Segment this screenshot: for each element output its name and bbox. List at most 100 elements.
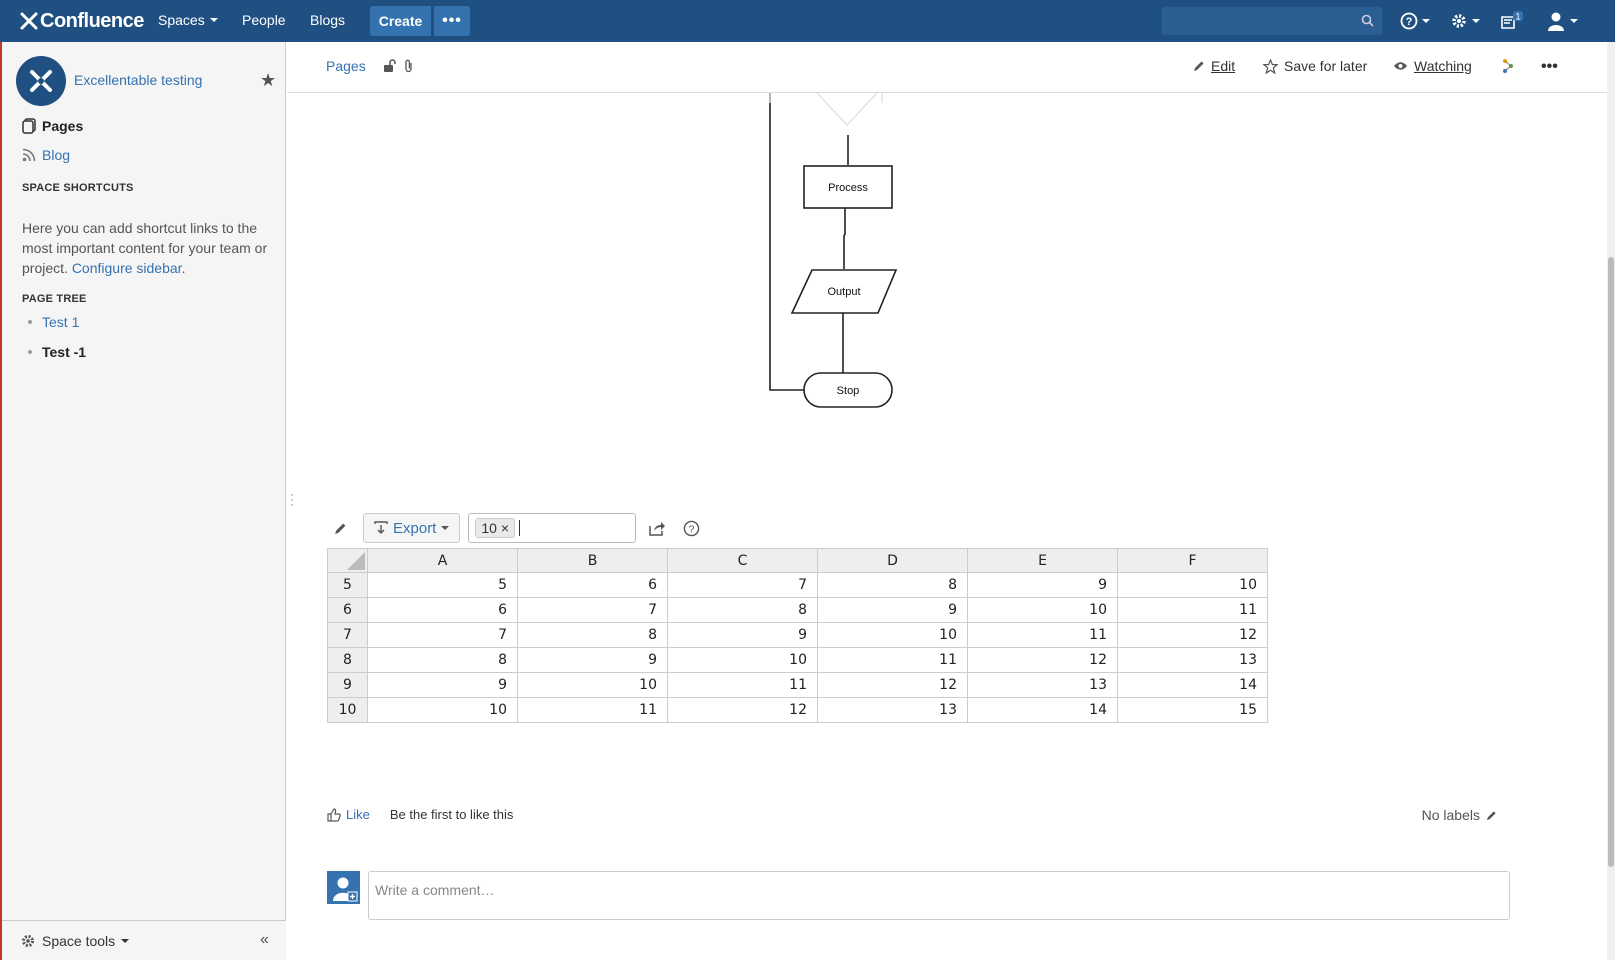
page-tree-link[interactable]: Test 1 xyxy=(42,314,79,330)
table-cell[interactable]: 8 xyxy=(517,622,668,648)
table-cell[interactable]: 15 xyxy=(1117,697,1268,723)
settings-menu[interactable] xyxy=(1450,11,1480,31)
row-filter-input[interactable]: 10 × xyxy=(468,513,637,543)
column-header[interactable]: F xyxy=(1117,548,1268,573)
table-cell[interactable]: 9 xyxy=(817,597,968,623)
svg-text:?: ? xyxy=(688,524,694,535)
export-button[interactable]: Export xyxy=(363,513,461,543)
edit-table-button[interactable] xyxy=(325,513,355,543)
page-tree-item[interactable]: Test 1 xyxy=(28,314,79,330)
scrollbar-thumb[interactable] xyxy=(1608,257,1614,867)
column-header[interactable]: A xyxy=(367,548,518,573)
help-menu[interactable]: ? xyxy=(1400,11,1430,31)
row-header[interactable]: 5 xyxy=(327,572,368,598)
table-cell[interactable]: 7 xyxy=(517,597,668,623)
edit-button[interactable]: Edit xyxy=(1193,58,1235,74)
watching-button[interactable]: Watching xyxy=(1393,58,1472,74)
table-cell[interactable]: 10 xyxy=(967,597,1118,623)
page-tree-item-current[interactable]: Test -1 xyxy=(28,344,86,360)
unlock-icon[interactable] xyxy=(383,59,397,73)
confluence-logo[interactable]: Confluence xyxy=(20,8,144,34)
search-input[interactable] xyxy=(1162,7,1382,35)
space-tools-menu[interactable]: Space tools xyxy=(20,933,130,949)
table-cell[interactable]: 7 xyxy=(667,572,818,598)
comment-input[interactable]: Write a comment… xyxy=(368,871,1510,920)
table-cell[interactable]: 10 xyxy=(1117,572,1268,598)
spaces-menu[interactable]: Spaces xyxy=(158,12,218,28)
page-tree-link[interactable]: Test -1 xyxy=(42,344,86,360)
table-cell[interactable]: 11 xyxy=(967,622,1118,648)
row-header[interactable]: 7 xyxy=(327,622,368,648)
user-menu[interactable] xyxy=(1546,11,1578,31)
table-cell[interactable]: 12 xyxy=(817,672,968,698)
blogs-link[interactable]: Blogs xyxy=(310,12,345,28)
table-cell[interactable]: 9 xyxy=(967,572,1118,598)
table-cell[interactable]: 8 xyxy=(367,647,518,673)
table-cell[interactable]: 5 xyxy=(367,572,518,598)
share-table-button[interactable] xyxy=(644,513,670,543)
column-header[interactable]: E xyxy=(967,548,1118,573)
table-cell[interactable]: 10 xyxy=(517,672,668,698)
page-scrollbar[interactable] xyxy=(1607,42,1615,960)
row-header[interactable]: 6 xyxy=(327,597,368,623)
star-outline-icon xyxy=(1263,58,1278,74)
table-cell[interactable]: 13 xyxy=(1117,647,1268,673)
table-row: 7 7 8 9 10 11 12 xyxy=(327,622,1268,648)
create-button[interactable]: Create xyxy=(370,6,431,36)
people-link[interactable]: People xyxy=(242,12,286,28)
table-cell[interactable]: 13 xyxy=(817,697,968,723)
table-cell[interactable]: 11 xyxy=(817,647,968,673)
table-cell[interactable]: 6 xyxy=(517,572,668,598)
table-cell[interactable]: 14 xyxy=(967,697,1118,723)
attachment-icon[interactable] xyxy=(403,59,415,73)
table-cell[interactable]: 11 xyxy=(517,697,668,723)
sidebar-item-pages[interactable]: Pages xyxy=(22,118,83,134)
table-cell[interactable]: 12 xyxy=(967,647,1118,673)
sidebar-item-blog[interactable]: Blog xyxy=(22,147,70,163)
table-cell[interactable]: 6 xyxy=(367,597,518,623)
table-cell[interactable]: 10 xyxy=(667,647,818,673)
space-avatar[interactable] xyxy=(16,56,66,106)
filter-tag[interactable]: 10 × xyxy=(475,518,515,538)
row-header[interactable]: 8 xyxy=(327,647,368,673)
notification-icon: 1 xyxy=(1501,11,1523,29)
table-cell[interactable]: 8 xyxy=(817,572,968,598)
table-cell[interactable]: 11 xyxy=(1117,597,1268,623)
column-header[interactable]: C xyxy=(667,548,818,573)
pencil-icon xyxy=(1486,810,1496,820)
page-labels[interactable]: No labels xyxy=(1422,807,1497,823)
table-cell[interactable]: 12 xyxy=(667,697,818,723)
table-row: 8 8 9 10 11 12 13 xyxy=(327,647,1268,673)
table-cell[interactable]: 10 xyxy=(817,622,968,648)
table-cell[interactable]: 9 xyxy=(517,647,668,673)
favourite-star-icon[interactable]: ★ xyxy=(260,70,276,91)
excellentable-grid[interactable]: A B C D E F 5 5 6 7 8 9 10 6 6 7 8 9 10 11 7 7 8 9 10 11 12 8… xyxy=(327,548,1268,723)
table-cell[interactable]: 9 xyxy=(667,622,818,648)
table-cell[interactable]: 13 xyxy=(967,672,1118,698)
table-cell[interactable]: 7 xyxy=(367,622,518,648)
share-button[interactable] xyxy=(1501,58,1515,74)
table-cell[interactable]: 12 xyxy=(1117,622,1268,648)
table-cell[interactable]: 9 xyxy=(367,672,518,698)
space-name-link[interactable]: Excellentable testing xyxy=(74,72,202,88)
breadcrumb-pages[interactable]: Pages xyxy=(326,58,366,74)
share-icon xyxy=(1503,59,1513,73)
select-all-corner[interactable] xyxy=(327,548,368,573)
row-header[interactable]: 9 xyxy=(327,672,368,698)
table-row: 10 10 11 12 13 14 15 xyxy=(327,697,1268,723)
like-button[interactable]: Like xyxy=(327,807,370,822)
table-cell[interactable]: 8 xyxy=(667,597,818,623)
create-more-button[interactable]: ••• xyxy=(434,6,470,36)
save-for-later-button[interactable]: Save for later xyxy=(1263,58,1367,74)
more-actions-button[interactable]: ••• xyxy=(1541,58,1558,76)
notifications-button[interactable]: 1 xyxy=(1500,11,1524,31)
row-header[interactable]: 10 xyxy=(327,697,368,723)
table-cell[interactable]: 11 xyxy=(667,672,818,698)
configure-sidebar-link[interactable]: Configure sidebar xyxy=(72,260,182,276)
help-button[interactable]: ? xyxy=(678,513,704,543)
column-header[interactable]: D xyxy=(817,548,968,573)
table-cell[interactable]: 14 xyxy=(1117,672,1268,698)
collapse-sidebar-icon[interactable]: « xyxy=(260,931,269,949)
table-cell[interactable]: 10 xyxy=(367,697,518,723)
column-header[interactable]: B xyxy=(517,548,668,573)
